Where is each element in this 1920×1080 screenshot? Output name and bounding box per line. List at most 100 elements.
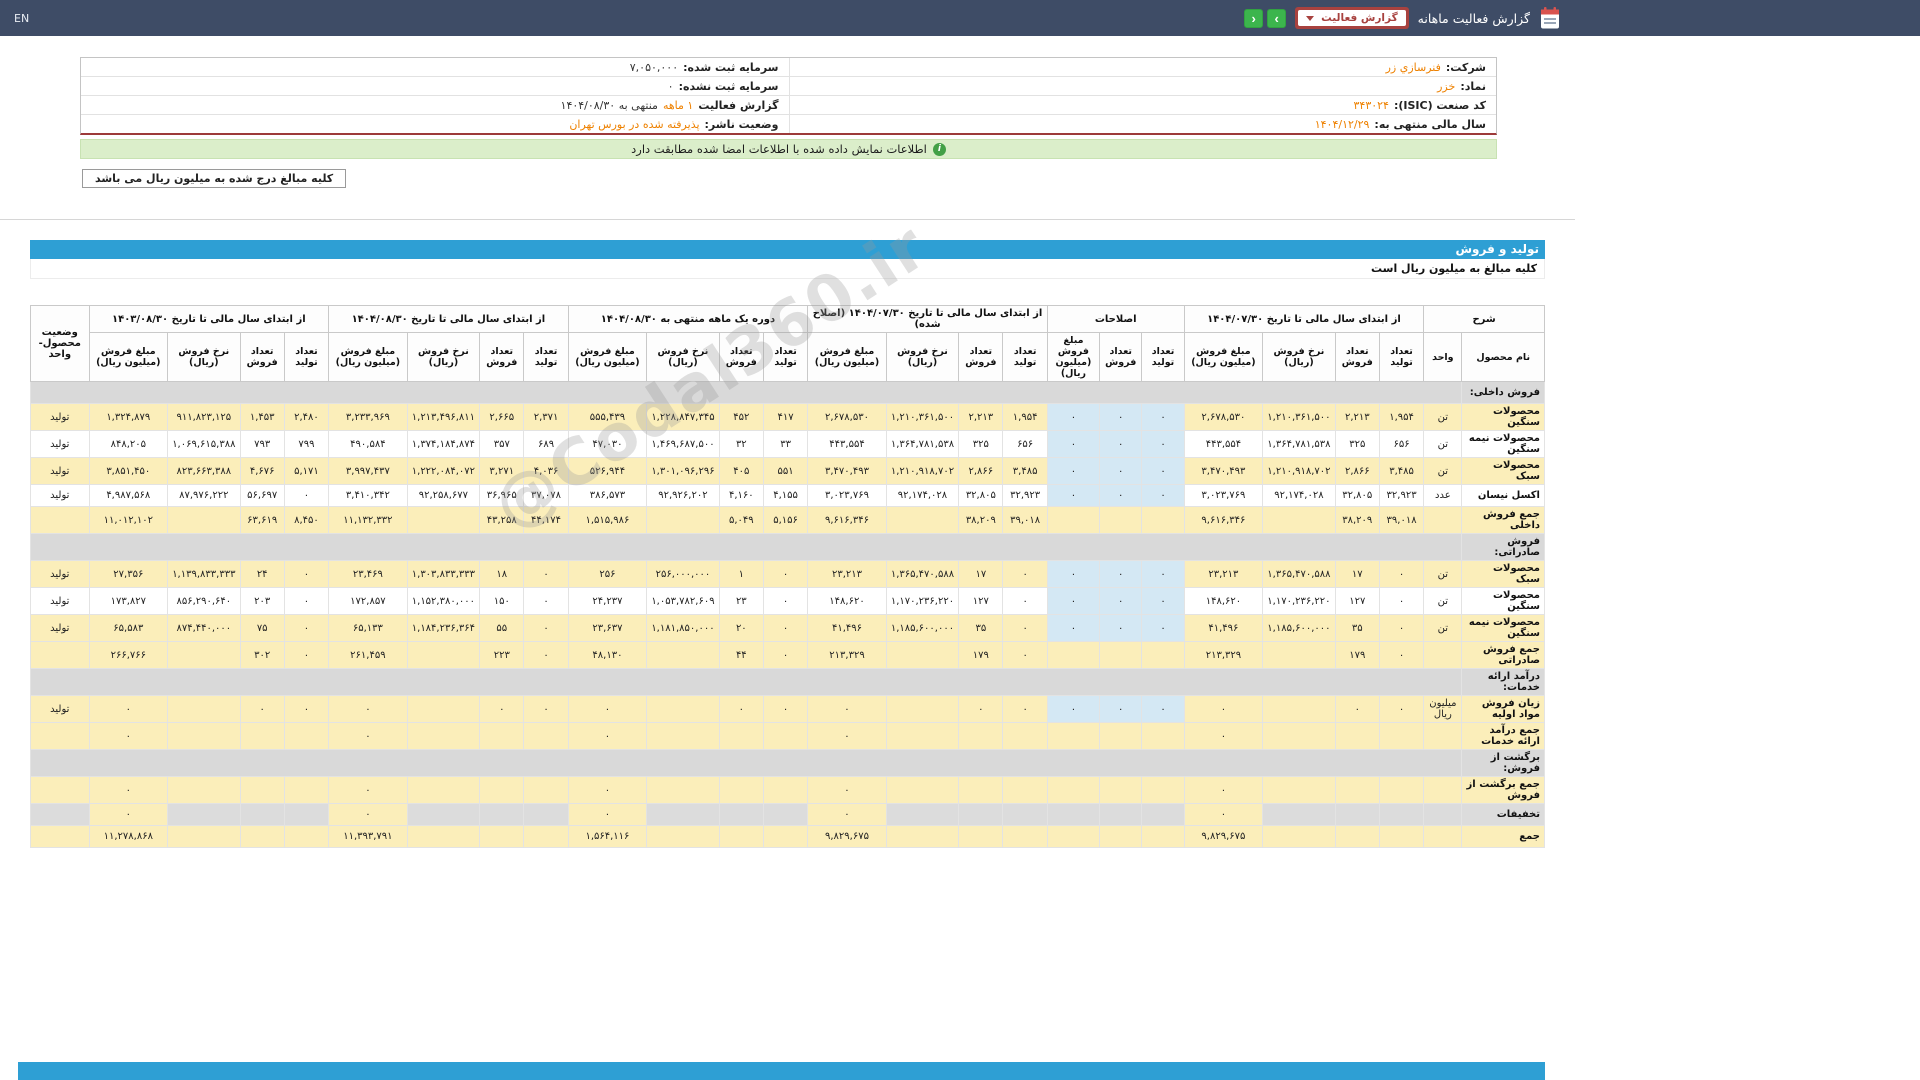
report-period-label: گزارش فعالیت <box>698 98 779 112</box>
table-cell: ۴۱,۴۹۶ <box>807 614 887 642</box>
prev-report-button[interactable]: ‹ <box>1244 8 1264 28</box>
symbol-row: نماد: خزر <box>788 77 1496 96</box>
company-name-link[interactable]: فنرسازي زر <box>1386 61 1441 74</box>
table-cell: ۰ <box>1046 695 1101 723</box>
table-cell: ۹,۸۲۹,۶۷۵ <box>1183 825 1264 848</box>
table-cell <box>718 803 764 826</box>
table-cell: ۳,۸۵۱,۴۵۰ <box>88 457 169 485</box>
table-cell <box>958 825 1004 848</box>
table-cell: ۳,۴۸۵ <box>1378 457 1425 485</box>
info-icon <box>932 142 946 156</box>
table-cell: ۰ <box>239 695 285 723</box>
column-header: مبلغ فروش (میلیون ریال) <box>567 332 648 382</box>
table-cell <box>167 803 241 826</box>
table-cell: ۰ <box>1099 695 1143 723</box>
table-cell: ۴۴۳,۵۵۴ <box>1183 430 1264 458</box>
unit-cell: میلیون ریال <box>1423 695 1463 723</box>
table-cell <box>283 803 330 826</box>
row-label: فروش داخلی: <box>1461 381 1545 404</box>
table-cell <box>1141 506 1185 534</box>
table-cell: ۱۴۸,۶۲۰ <box>807 587 887 615</box>
table-cell: ۸۷,۹۷۶,۲۲۲ <box>167 484 241 507</box>
table-cell: ۰ <box>1002 641 1048 669</box>
table-cell: ۱,۱۳۹,۸۳۳,۳۳۳ <box>167 560 241 588</box>
table-cell <box>1046 506 1101 534</box>
table-cell <box>885 695 960 723</box>
table-cell: ۵۶,۶۹۷ <box>239 484 285 507</box>
table-cell: ۳,۲۳۳,۹۶۹ <box>328 403 408 431</box>
table-cell: ۰ <box>1046 587 1101 615</box>
table-cell: ۰ <box>1141 560 1185 588</box>
table-cell <box>523 803 569 826</box>
table-cell: ۰ <box>1141 457 1185 485</box>
table-cell: ۱,۳۶۴,۷۸۱,۵۳۸ <box>885 430 960 458</box>
table-cell <box>1099 641 1143 669</box>
table-cell: ۹,۸۲۹,۶۷۵ <box>807 825 887 848</box>
column-header: شرح <box>1423 305 1545 333</box>
table-cell <box>1046 776 1101 804</box>
table-cell: ۳۲۵ <box>958 430 1004 458</box>
table-cell <box>762 776 809 804</box>
language-toggle[interactable]: EN <box>14 12 29 25</box>
table-cell: ۰ <box>88 803 169 826</box>
table-cell: ۳۹,۰۱۸ <box>1002 506 1048 534</box>
table-cell <box>958 776 1004 804</box>
table-cell: ۱,۱۷۰,۲۳۶,۲۲۰ <box>885 587 960 615</box>
page-title: گزارش فعالیت ماهانه <box>1417 10 1530 26</box>
table-cell: ۰ <box>1099 484 1143 507</box>
table-cell: ۱,۵۶۴,۱۱۶ <box>567 825 648 848</box>
unit-cell: تن <box>1423 560 1463 588</box>
table-cell: ۰ <box>283 614 330 642</box>
table-cell <box>1378 825 1425 848</box>
report-type-dropdown[interactable]: گزارش فعالیت <box>1295 7 1409 29</box>
table-cell: ۰ <box>1046 560 1101 588</box>
table-cell: ۱۴۸,۶۲۰ <box>1183 587 1264 615</box>
section-row-filler <box>29 381 1463 404</box>
signature-match-banner: اطلاعات نمایش داده شده با اطلاعات امضا ش… <box>80 139 1497 159</box>
table-cell: ۰ <box>958 695 1004 723</box>
table-cell: ۹,۶۱۶,۳۴۶ <box>807 506 887 534</box>
table-cell: ۱,۲۲۲,۰۸۴,۰۷۲ <box>406 457 481 485</box>
table-cell: ۰ <box>283 587 330 615</box>
table-cell: ۲,۶۷۸,۵۳۰ <box>1183 403 1264 431</box>
table-cell <box>167 776 241 804</box>
symbol-link[interactable]: خزر <box>1437 80 1455 93</box>
table-cell: ۱,۹۵۴ <box>1002 403 1048 431</box>
table-cell <box>885 825 960 848</box>
table-cell: ۳,۲۷۱ <box>479 457 525 485</box>
report-dropdown-value: گزارش فعالیت <box>1321 12 1398 24</box>
table-cell <box>646 641 720 669</box>
table-cell <box>167 695 241 723</box>
unit-cell <box>1423 776 1463 804</box>
status-cell <box>30 803 90 826</box>
table-cell <box>406 776 481 804</box>
row-label: جمع درآمد ارائه خدمات <box>1461 722 1545 750</box>
table-cell: ۱۱,۳۹۳,۷۹۱ <box>328 825 408 848</box>
table-cell <box>1002 722 1048 750</box>
report-period-row: گزارش فعالیت ۱ ماهه منتهی به ۱۴۰۴/۰۸/۳۰ <box>81 96 789 115</box>
table-cell <box>239 825 285 848</box>
table-cell <box>1002 803 1048 826</box>
table-cell: ۲,۲۱۳ <box>958 403 1004 431</box>
table-cell: ۹۲,۱۷۴,۰۲۸ <box>1262 484 1336 507</box>
table-cell: ۰ <box>1183 803 1264 826</box>
table-cell: ۴۷,۰۳۰ <box>567 430 648 458</box>
table-cell: ۱۸ <box>479 560 525 588</box>
table-cell: ۰ <box>1141 430 1185 458</box>
table-cell <box>479 803 525 826</box>
table-cell <box>1262 803 1336 826</box>
table-cell <box>1046 825 1101 848</box>
table-cell: ۲۲۳ <box>479 641 525 669</box>
column-header: مبلغ فروش (میلیون ریال) <box>807 332 887 382</box>
table-cell: ۰ <box>807 776 887 804</box>
unit-cell <box>1423 825 1463 848</box>
table-cell: ۲۵۶,۰۰۰,۰۰۰ <box>646 560 720 588</box>
column-header: واحد <box>1423 332 1463 382</box>
table-cell: ۱,۳۶۵,۴۷۰,۵۸۸ <box>1262 560 1336 588</box>
amounts-unit-note: کلیه مبالغ به میلیون ریال است <box>30 259 1545 279</box>
next-report-button[interactable]: › <box>1267 8 1287 28</box>
table-cell: ۰ <box>1183 722 1264 750</box>
table-cell: ۲,۸۶۶ <box>958 457 1004 485</box>
company-info-table: شرکت: فنرسازي زر سرمایه ثبت شده: ۷,۰۵۰,۰… <box>80 57 1497 135</box>
table-cell: ۴۴۳,۵۵۴ <box>807 430 887 458</box>
